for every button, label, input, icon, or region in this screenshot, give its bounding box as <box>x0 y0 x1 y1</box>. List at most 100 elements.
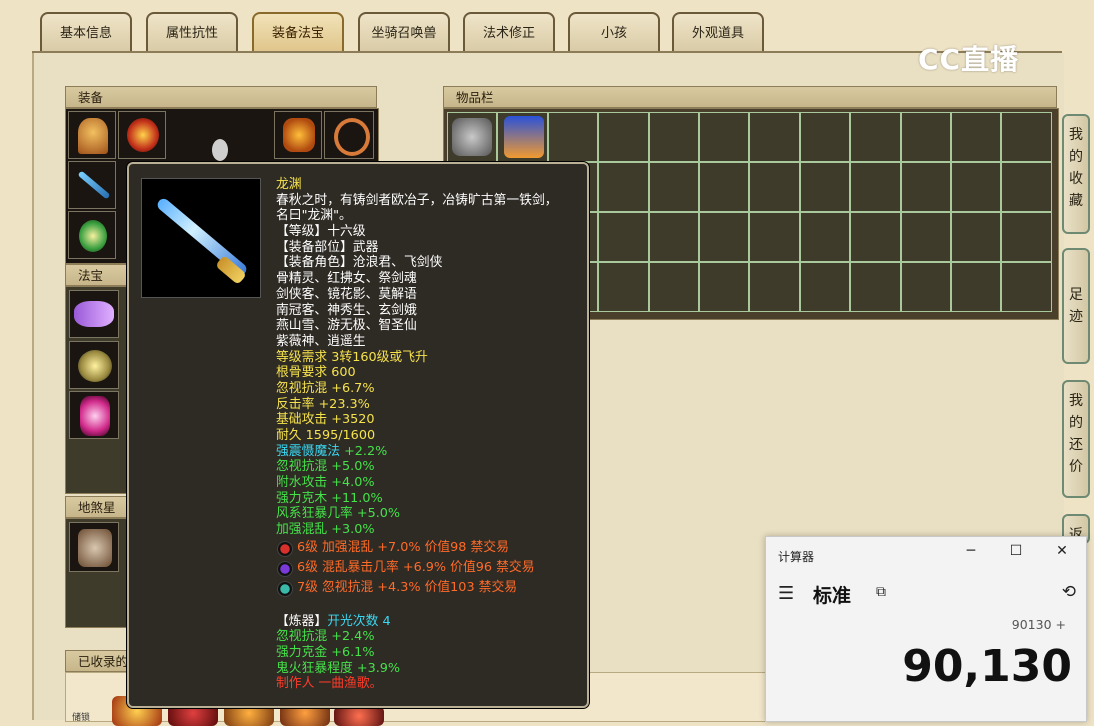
inventory-slot[interactable] <box>900 262 951 312</box>
inventory-slot[interactable] <box>1001 162 1052 212</box>
inventory-slot[interactable] <box>850 262 901 312</box>
inventory-slot[interactable] <box>951 162 1002 212</box>
refine-attribute: 鬼火狂暴程度 +3.9% <box>276 660 401 676</box>
watermark-logo: CC直播 <box>918 43 1020 76</box>
inventory-slot[interactable] <box>749 162 800 212</box>
inventory-item-armor-icon[interactable] <box>452 118 492 156</box>
inventory-slot[interactable] <box>951 212 1002 262</box>
gem-text: 6级 加强混乱 +7.0% 价值98 禁交易 <box>297 539 509 555</box>
equip-slot-shoes[interactable] <box>68 211 116 259</box>
item-attribute: 附水攻击 +4.0% <box>276 475 581 491</box>
inventory-slot[interactable] <box>951 112 1002 162</box>
inventory-slot[interactable] <box>799 112 851 162</box>
close-button[interactable]: ✕ <box>1052 543 1072 559</box>
inventory-slot[interactable] <box>598 262 649 312</box>
earth-star-grid <box>65 518 129 628</box>
treasure-slot-3[interactable] <box>69 391 119 439</box>
inventory-slot[interactable] <box>900 112 951 162</box>
tab-spell-mod[interactable]: 法术修正 <box>463 12 555 52</box>
maximize-button[interactable]: ☐ <box>1006 543 1026 559</box>
item-info-line: 【装备部位】武器 <box>276 239 379 255</box>
inventory-slot[interactable] <box>598 212 649 262</box>
armor-icon <box>283 118 315 152</box>
inventory-slot[interactable] <box>749 212 800 262</box>
inventory-slot[interactable] <box>699 212 750 262</box>
maker: 制作人 一曲渔歌。 <box>276 676 383 692</box>
collected-small-label: 储锁 <box>72 713 91 723</box>
side-tab-char: 我 <box>1069 127 1083 143</box>
side-tab-footprints[interactable]: 足迹 <box>1062 248 1090 364</box>
earth-star-slot-1[interactable] <box>69 522 119 572</box>
inventory-slot[interactable] <box>598 112 649 162</box>
inventory-slot[interactable] <box>900 162 951 212</box>
inventory-slot[interactable] <box>598 162 649 212</box>
inventory-slot[interactable] <box>1001 262 1052 312</box>
collected-item-5-icon[interactable] <box>334 706 384 726</box>
history-icon[interactable]: ⟲ <box>1062 582 1076 602</box>
gem-row: 7级 忽视抗混 +4.3% 价值103 禁交易 <box>273 578 581 598</box>
gem-text: 6级 混乱暴击几率 +6.9% 价值96 禁交易 <box>297 559 535 575</box>
inventory-slot[interactable] <box>749 262 800 312</box>
minimize-button[interactable]: ─ <box>961 543 981 559</box>
item-info-line: 【装备角色】沧浪君、飞剑侠 <box>276 255 443 271</box>
shoes-icon <box>79 220 107 252</box>
attribute-value: +4.0% <box>331 475 375 491</box>
treasure-slot-2[interactable] <box>69 341 119 389</box>
inventory-slot[interactable] <box>799 262 851 312</box>
tab-child[interactable]: 小孩 <box>568 12 660 52</box>
attribute-value: +5.0% <box>356 506 401 522</box>
side-tab-bargain[interactable]: 我的还价 <box>1062 380 1090 498</box>
side-tab-char: 我 <box>1069 393 1083 409</box>
item-attribute: 加强混乱 +3.0% <box>276 522 581 538</box>
inventory-slot[interactable] <box>699 112 750 162</box>
inventory-slot[interactable] <box>799 162 851 212</box>
side-tab-char: 价 <box>1069 459 1083 475</box>
calculator-title: 计算器 <box>778 550 815 564</box>
treasure-lantern-icon <box>80 396 110 436</box>
equip-slot-helmet[interactable] <box>68 111 116 159</box>
attribute-value: +3.0% <box>331 522 375 538</box>
item-base-stat: 基础攻击 +3520 <box>276 412 375 428</box>
tab-mounts[interactable]: 坐骑召唤兽 <box>358 12 450 52</box>
attribute-value: +2.2% <box>344 443 388 459</box>
tab-attributes[interactable]: 属性抗性 <box>146 12 238 52</box>
equip-slot-armor[interactable] <box>274 111 322 159</box>
hamburger-menu-icon[interactable]: ☰ <box>778 583 794 604</box>
inventory-slot[interactable] <box>1001 212 1052 262</box>
item-info-line: 南冠客、神秀生、玄剑娥 <box>276 302 417 318</box>
inventory-slot[interactable] <box>850 112 901 162</box>
inventory-slot[interactable] <box>850 212 901 262</box>
treasure-slot-1[interactable] <box>69 290 119 338</box>
refine-attribute: 强力克金 +6.1% <box>276 644 375 660</box>
inventory-slot[interactable] <box>799 212 851 262</box>
equip-slot-weapon[interactable] <box>68 161 116 209</box>
keep-on-top-icon[interactable]: ⧉ <box>876 584 886 600</box>
treasure-lamp-icon <box>78 350 112 382</box>
inventory-slot[interactable] <box>648 112 699 162</box>
inventory-slot[interactable] <box>900 212 951 262</box>
side-tab-char: 收 <box>1069 171 1083 187</box>
inventory-slot[interactable] <box>648 162 699 212</box>
inventory-slot[interactable] <box>648 262 699 312</box>
tab-appearance[interactable]: 外观道具 <box>672 12 764 52</box>
equip-slot-belt[interactable] <box>324 111 374 159</box>
inventory-slot[interactable] <box>547 112 599 162</box>
inventory-slot[interactable] <box>1001 112 1052 162</box>
refine-attribute: 忽视抗混 +2.4% <box>276 629 375 645</box>
inventory-slot[interactable] <box>951 262 1002 312</box>
inventory-slot[interactable] <box>699 162 750 212</box>
tab-equipment[interactable]: 装备法宝 <box>252 12 344 52</box>
equip-slot-necklace[interactable] <box>118 111 166 159</box>
side-tab-favorites[interactable]: 我的收藏 <box>1062 114 1090 234</box>
tab-basic-info[interactable]: 基本信息 <box>40 12 132 52</box>
inventory-slot[interactable] <box>850 162 901 212</box>
item-base-stat: 根骨要求 600 <box>276 365 356 381</box>
side-tab-char: 足 <box>1069 287 1083 303</box>
inventory-slot[interactable] <box>749 112 800 162</box>
inventory-slot[interactable] <box>699 262 750 312</box>
side-tab-char: 藏 <box>1069 193 1083 209</box>
inventory-title: 物品栏 <box>443 86 1057 108</box>
inventory-slot[interactable] <box>648 212 699 262</box>
attribute-value: +11.0% <box>331 490 383 506</box>
inventory-item-boots-icon[interactable] <box>504 116 544 158</box>
